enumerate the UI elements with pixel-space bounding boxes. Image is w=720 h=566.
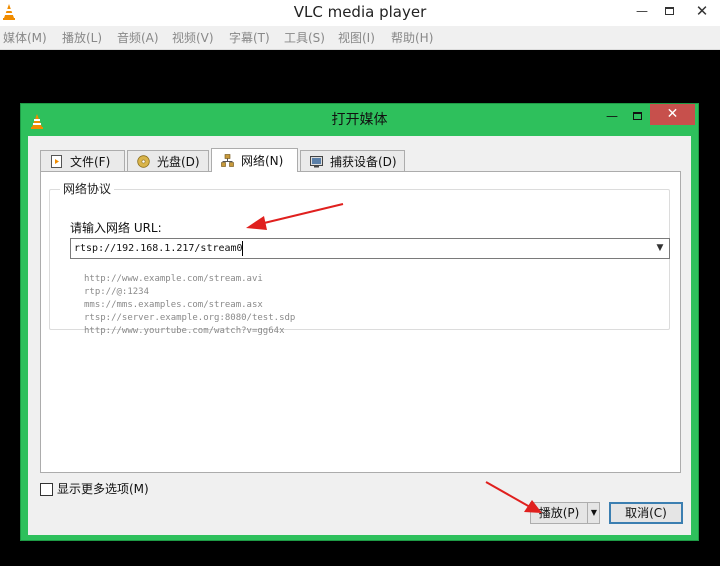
tab-disc[interactable]: 光盘(D) [127, 150, 209, 172]
disc-icon [137, 155, 150, 168]
menu-subtitle[interactable]: 字幕(T) [229, 30, 270, 46]
tab-capture-device[interactable]: 捕获设备(D) [300, 150, 405, 172]
text-cursor [242, 241, 243, 256]
show-more-options-checkbox[interactable] [40, 483, 53, 496]
maximize-icon [633, 112, 642, 120]
dialog-client-area: 文件(F) 光盘(D) 网络(N) 捕获设备(D) 网络协议 请输入网络 URL… [28, 136, 691, 535]
network-tab-panel: 网络协议 请输入网络 URL: rtsp://192.168.1.217/str… [40, 171, 681, 473]
maximize-icon [665, 7, 674, 15]
network-url-value: rtsp://192.168.1.217/stream0 [74, 243, 243, 254]
url-example: rtsp://server.example.org:8080/test.sdp [84, 313, 296, 323]
menubar: 媒体(M) 播放(L) 音频(A) 视频(V) 字幕(T) 工具(S) 视图(I… [0, 26, 720, 50]
play-button[interactable]: 播放(P) ▼ [530, 502, 600, 524]
url-example: mms://mms.examples.com/stream.asx [84, 300, 263, 310]
menu-tools[interactable]: 工具(S) [284, 30, 325, 46]
capture-device-icon [310, 156, 323, 168]
dropdown-arrow-icon[interactable]: ▼ [587, 503, 600, 523]
tab-network-label: 网络(N) [241, 154, 284, 168]
network-url-input[interactable]: rtsp://192.168.1.217/stream0 ▼ [70, 238, 670, 259]
url-examples: http://www.example.com/stream.avi rtp://… [84, 273, 295, 338]
network-icon [221, 154, 234, 167]
file-play-icon [51, 155, 62, 168]
dialog-minimize-button[interactable]: — [601, 108, 623, 126]
tab-file-label: 文件(F) [70, 155, 111, 169]
minimize-button[interactable]: — [630, 2, 654, 22]
play-button-label: 播放(P) [538, 506, 580, 520]
cancel-button[interactable]: 取消(C) [609, 502, 683, 524]
tab-file[interactable]: 文件(F) [40, 150, 125, 172]
network-protocol-group-title: 网络协议 [60, 182, 115, 196]
menu-audio[interactable]: 音频(A) [117, 30, 159, 46]
maximize-button[interactable] [657, 2, 681, 22]
dialog-titlebar: 打开媒体 — ✕ [21, 104, 698, 136]
menu-media[interactable]: 媒体(M) [3, 30, 47, 46]
dialog-close-button[interactable]: ✕ [650, 104, 695, 125]
url-example: http://www.yourtube.com/watch?v=gg64x [84, 326, 285, 336]
dialog-maximize-button[interactable] [627, 108, 649, 126]
window-title: VLC media player [293, 3, 427, 21]
tab-disc-label: 光盘(D) [157, 155, 200, 169]
menu-playback[interactable]: 播放(L) [62, 30, 102, 46]
url-label: 请输入网络 URL: [70, 221, 162, 235]
open-media-dialog: 打开媒体 — ✕ 文件(F) 光盘(D) 网络(N) 捕获设备(D) 网络协议 … [20, 103, 699, 541]
dialog-title: 打开媒体 [331, 112, 388, 128]
chevron-down-icon[interactable]: ▼ [653, 241, 667, 256]
show-more-options-label: 显示更多选项(M) [57, 482, 149, 496]
tab-network[interactable]: 网络(N) [211, 148, 298, 172]
tab-capture-device-label: 捕获设备(D) [330, 155, 397, 169]
menu-view[interactable]: 视图(I) [338, 30, 375, 46]
main-titlebar: VLC media player — ✕ [0, 0, 720, 26]
network-protocol-group: 请输入网络 URL: rtsp://192.168.1.217/stream0 … [49, 189, 670, 336]
close-button[interactable]: ✕ [684, 0, 720, 22]
menu-video[interactable]: 视频(V) [172, 30, 214, 46]
menu-help[interactable]: 帮助(H) [391, 30, 433, 46]
url-example: rtp://@:1234 [84, 287, 150, 297]
url-example: http://www.example.com/stream.avi [84, 274, 263, 284]
